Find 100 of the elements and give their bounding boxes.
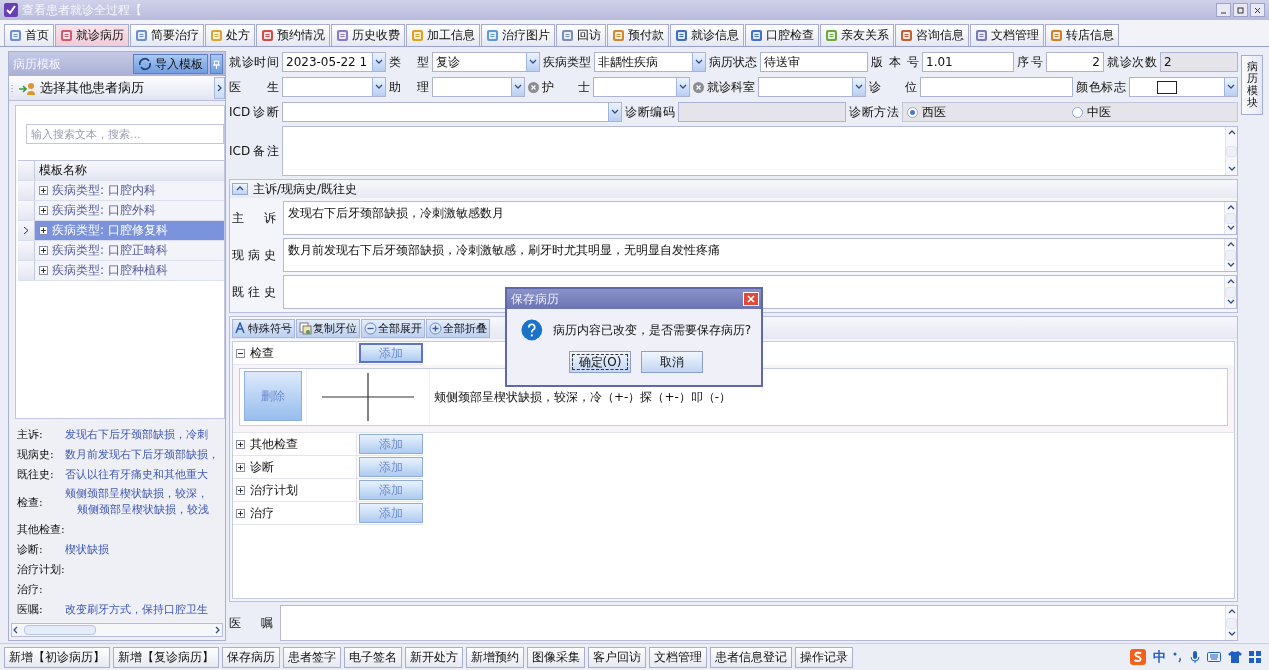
scroll-thumb[interactable] [1225,286,1236,298]
action-button[interactable]: 保存病历 [222,646,280,668]
toolbar-button[interactable]: 全部折叠 [426,318,490,338]
number-field[interactable]: 2 [1046,52,1104,72]
patient-picker-bar[interactable]: 选择其他患者病历 [9,76,225,101]
expand-icon[interactable] [39,186,48,195]
expand-icon[interactable] [39,226,48,235]
tab[interactable]: 亲友关系 [820,24,894,46]
text-area[interactable]: 数月前发现右下后牙颈部缺损，冷刺激敏感，刷牙时尤其明显，无明显自发性疼痛 [283,238,1237,272]
dropdown-button[interactable] [676,78,689,96]
tab[interactable]: 加工信息 [406,24,480,46]
collapse-icon[interactable] [236,348,245,358]
punctuation-icon[interactable] [1173,651,1183,663]
scroll-thumb[interactable] [1226,145,1237,157]
scroll-thumb[interactable] [1225,212,1236,224]
template-row[interactable]: 疾病类型: 口腔内科 [35,181,224,200]
dropdown-button[interactable] [511,78,524,96]
input-method-logo[interactable] [1130,649,1146,665]
close-button[interactable] [1250,3,1265,17]
scrollbar[interactable] [11,623,223,637]
expand-button[interactable] [214,77,225,99]
scrollbar[interactable] [1224,202,1236,234]
text-field[interactable] [920,77,1073,97]
scrollbar[interactable] [1224,276,1236,308]
dropdown-button[interactable] [692,53,705,71]
tab[interactable]: 就诊信息 [670,24,744,46]
expand-icon[interactable] [39,266,48,275]
action-button[interactable]: 新增【初诊病历】 [4,646,110,668]
tab[interactable]: 回访 [556,24,606,46]
action-button[interactable]: 新增【复诊病历】 [113,646,219,668]
tab[interactable]: 就诊病历 [55,24,129,46]
tab[interactable]: 简要治疗 [130,24,204,46]
scroll-thumb[interactable] [1225,249,1236,261]
tab[interactable]: 口腔检查 [745,24,819,46]
template-row[interactable]: 疾病类型: 口腔外科 [35,201,224,220]
template-row[interactable]: 疾病类型: 口腔种植科 [35,261,224,280]
tab[interactable]: 首页 [4,24,54,46]
scroll-thumb[interactable] [24,625,96,635]
dialog-button[interactable]: 确定(O) [569,351,631,373]
action-button[interactable]: 患者信息登记 [710,646,792,668]
scrollbar[interactable] [1225,606,1237,640]
minimize-button[interactable] [1216,3,1231,17]
dropdown-field[interactable] [282,102,622,122]
dropdown-button[interactable] [1223,78,1237,96]
dropdown-button[interactable] [526,53,539,71]
tab[interactable]: 文档管理 [970,24,1044,46]
action-button[interactable]: 新增预约 [466,646,524,668]
scroll-thumb[interactable] [1226,617,1237,629]
dropdown-field[interactable]: 复诊 [432,52,540,72]
expand-icon[interactable] [236,485,245,495]
dropdown-field[interactable] [758,77,866,97]
microphone-icon[interactable] [1190,650,1200,664]
text-field[interactable]: 1.01 [922,52,1014,72]
tab[interactable]: 处方 [205,24,255,46]
shirt-icon[interactable] [1228,651,1242,663]
pin-button[interactable] [210,54,223,74]
tab[interactable]: 转店信息 [1045,24,1119,46]
tab[interactable]: 历史收费 [331,24,405,46]
keyboard-icon[interactable] [1207,652,1221,662]
dropdown-field[interactable] [432,77,525,97]
action-button[interactable]: 患者签字 [283,646,341,668]
action-button[interactable]: 客户回访 [588,646,646,668]
side-tab[interactable]: 病历模块 [1241,55,1263,115]
template-row[interactable]: 疾病类型: 口腔正畸科 [35,241,224,260]
action-button[interactable]: 电子签名 [344,646,402,668]
dropdown-button[interactable] [852,78,865,96]
scrollbar[interactable] [1225,127,1237,175]
dropdown-field[interactable] [593,77,690,97]
grid-icon[interactable] [1249,651,1261,663]
expand-icon[interactable] [236,439,245,449]
dropdown-field[interactable] [282,77,386,97]
dropdown-button[interactable] [372,78,385,96]
tab[interactable]: 预约情况 [256,24,330,46]
text-area[interactable]: 发现右下后牙颈部缺损，冷刺激敏感数月 [283,201,1237,235]
expand-icon[interactable] [236,508,245,518]
dialog-button[interactable]: 取消 [641,351,703,373]
color-picker[interactable] [1129,77,1238,97]
expand-icon[interactable] [236,462,245,472]
tab[interactable]: 预付款 [607,24,669,46]
toolbar-button[interactable]: 复制牙位 [296,318,360,338]
text-field[interactable]: 待送审 [760,52,868,72]
radio-button[interactable] [907,106,918,118]
action-button[interactable]: 操作记录 [795,646,853,668]
radio-button[interactable] [1072,106,1083,118]
action-button[interactable]: 图像采集 [527,646,585,668]
ime-mode[interactable]: 中 [1153,648,1166,666]
clear-icon[interactable] [528,81,539,93]
import-button[interactable]: 导入模板 [133,54,208,74]
dropdown-field[interactable]: 2023-05-22 1 [282,52,386,72]
scrollbar[interactable] [1224,239,1236,271]
clear-icon[interactable] [693,81,704,93]
action-button[interactable]: 文档管理 [649,646,707,668]
search-field[interactable]: 输入搜索文本，搜索... [26,124,224,144]
toolbar-button[interactable]: 特殊符号 [232,318,295,338]
tab[interactable]: 治疗图片 [481,24,555,46]
dropdown-button[interactable] [372,53,385,71]
expand-icon[interactable] [39,206,48,215]
action-button[interactable]: 新开处方 [405,646,463,668]
dropdown-field[interactable]: 非龋性疾病 [594,52,706,72]
toolbar-button[interactable]: 全部展开 [361,318,425,338]
